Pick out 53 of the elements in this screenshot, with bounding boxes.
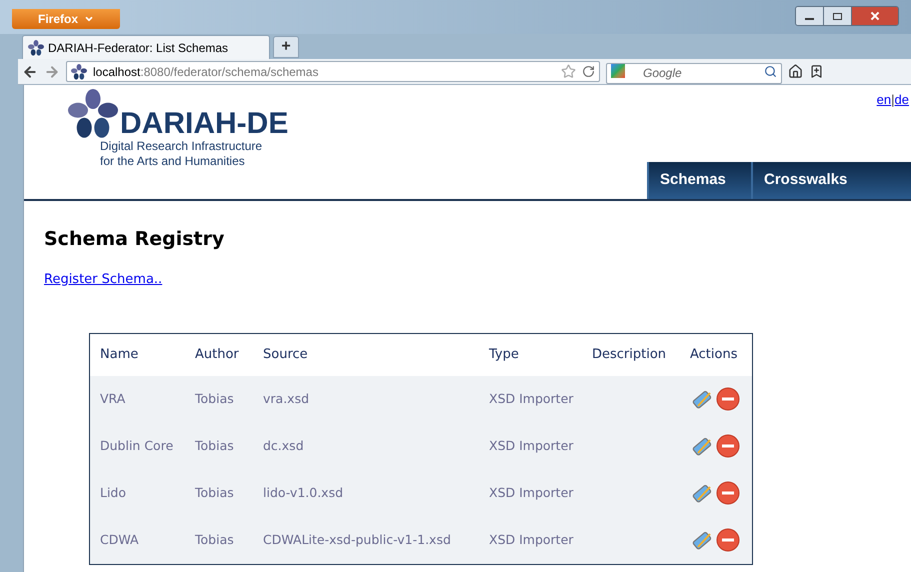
remove-icon[interactable] [716, 528, 740, 552]
new-tab-button[interactable]: + [273, 36, 299, 58]
nav-tab[interactable]: Schemas [647, 162, 751, 199]
register-schema-link[interactable]: Register Schema.. [44, 270, 162, 289]
table-cell-text: XSD Importer [489, 530, 574, 549]
column-header: Author [195, 346, 240, 364]
page-heading: Schema Registry [44, 227, 226, 252]
table-cell-text: XSD Importer [489, 436, 574, 455]
language-link[interactable]: en [876, 90, 892, 110]
logo-tagline: Digital Research Infrastructure [99, 139, 264, 154]
remove-icon[interactable] [716, 387, 740, 411]
language-link[interactable]: de [894, 90, 909, 110]
home-icon[interactable] [788, 64, 803, 79]
column-header: Description [592, 346, 668, 364]
table-cell-text: VRA [100, 390, 126, 408]
table-cell-text: lido-v1.0.xsd [263, 484, 344, 502]
bookmarks-icon[interactable] [809, 64, 824, 79]
column-header: Source [263, 346, 309, 364]
reload-icon[interactable] [582, 65, 595, 78]
table-cell-text: Tobias [195, 436, 235, 455]
table-cell-text: dc.xsd [263, 436, 305, 455]
language-separator: | [891, 91, 895, 109]
tab-title: DARIAH-Federator: List Schemas [48, 40, 228, 56]
logo-title: DARIAH-DE [120, 109, 288, 139]
remove-icon[interactable] [716, 434, 740, 458]
address-bar[interactable]: localhost:8080/federator/schema/schemas [66, 61, 600, 82]
logo-tagline: for the Arts and Humanities [99, 154, 246, 169]
table-cell-text: XSD Importer [489, 390, 574, 408]
logo-icon [68, 89, 118, 139]
column-header: Type [489, 346, 520, 364]
table-cell-text: CDWALite-xsd-public-v1-1.xsd [263, 530, 452, 549]
url-text: localhost:8080/federator/schema/schemas [93, 64, 320, 80]
column-header: Actions [690, 346, 738, 364]
favicon-icon [28, 40, 44, 56]
column-header: Name [100, 346, 140, 364]
table-cell-text: vra.xsd [263, 390, 310, 408]
bookmark-star-icon[interactable] [561, 64, 576, 79]
search-field[interactable]: Google [606, 62, 782, 84]
table-cell-text: Tobias [195, 390, 235, 408]
back-icon[interactable] [22, 64, 38, 80]
remove-icon[interactable] [716, 481, 740, 505]
nav-tab[interactable]: Crosswalks [751, 162, 911, 199]
table-cell-text: Tobias [195, 484, 235, 502]
table-cell-text: XSD Importer [489, 484, 574, 502]
caret-icon [84, 14, 94, 24]
table-cell-text: Lido [100, 484, 128, 502]
search-icon[interactable] [764, 65, 777, 78]
table-cell-text: Tobias [195, 530, 235, 549]
browser-tab[interactable]: DARIAH-Federator: List Schemas [22, 35, 270, 59]
table-cell-text: Dublin Core [100, 436, 174, 455]
window-controls[interactable] [795, 6, 899, 26]
table-cell-text: CDWA [100, 530, 140, 549]
site-icon [71, 64, 87, 80]
